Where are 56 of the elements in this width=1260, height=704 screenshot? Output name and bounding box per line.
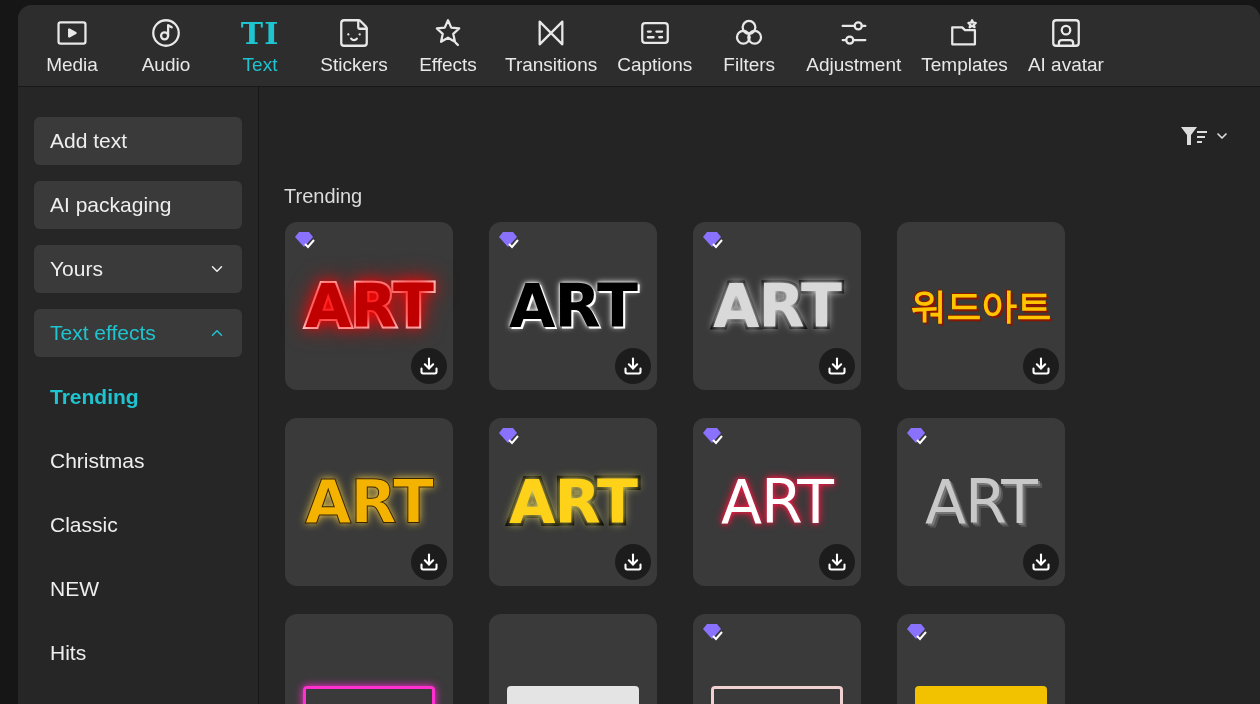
toolbar-tab[interactable]: Filters bbox=[703, 16, 796, 76]
download-icon bbox=[827, 552, 847, 572]
music-note-icon bbox=[149, 16, 183, 50]
text-effect-tile[interactable]: ART bbox=[897, 418, 1065, 586]
effect-preview-text: ART bbox=[305, 467, 433, 537]
toolbar-tab[interactable]: Stickers bbox=[308, 16, 400, 76]
sidebar-item[interactable]: NEW bbox=[34, 565, 242, 613]
download-button[interactable] bbox=[1023, 544, 1059, 580]
toolbar-tab[interactable]: Audio bbox=[120, 16, 212, 76]
download-button[interactable] bbox=[615, 348, 651, 384]
effect-preview-text: ART bbox=[721, 467, 833, 537]
text-effect-tile[interactable]: ART bbox=[285, 418, 453, 586]
download-icon bbox=[827, 356, 847, 376]
effect-preview-text: ART bbox=[305, 271, 433, 341]
section-title: Trending bbox=[284, 185, 364, 208]
effect-preview-text: ART bbox=[713, 271, 841, 341]
download-button[interactable] bbox=[819, 544, 855, 580]
text-effect-tile[interactable]: ART bbox=[693, 418, 861, 586]
filter-button[interactable] bbox=[1180, 125, 1230, 147]
text-icon: TI bbox=[240, 18, 280, 50]
download-button[interactable] bbox=[819, 348, 855, 384]
toolbar-tab[interactable]: Transitions bbox=[496, 16, 607, 76]
download-button[interactable] bbox=[411, 544, 447, 580]
download-button[interactable] bbox=[1023, 348, 1059, 384]
effect-preview-text: 워드아트 bbox=[911, 283, 1051, 328]
toolbar-tab[interactable]: TI Text bbox=[214, 18, 306, 76]
text-effect-tile[interactable]: ART bbox=[693, 222, 861, 390]
toolbar-tab[interactable]: Media bbox=[26, 16, 118, 76]
toolbar-tab[interactable]: Templates bbox=[912, 16, 1017, 76]
sidebar-item[interactable]: Trending bbox=[34, 373, 242, 421]
download-icon bbox=[419, 552, 439, 572]
download-icon bbox=[623, 552, 643, 572]
filter-icon bbox=[1180, 125, 1210, 147]
toolbar-tab[interactable]: AI avatar bbox=[1018, 16, 1113, 76]
download-button[interactable] bbox=[411, 348, 447, 384]
toolbar-tab[interactable]: Adjustment bbox=[797, 16, 911, 76]
download-icon bbox=[419, 356, 439, 376]
download-button[interactable] bbox=[615, 544, 651, 580]
sidebar-button[interactable]: Add text bbox=[34, 117, 242, 165]
download-icon bbox=[623, 356, 643, 376]
sidebar-item[interactable]: Christmas bbox=[34, 437, 242, 485]
download-icon bbox=[1031, 356, 1051, 376]
toolbar-tab[interactable]: Effects bbox=[402, 16, 494, 76]
text-effect-tile[interactable]: 워드아트 bbox=[897, 222, 1065, 390]
sidebar-item[interactable]: Hits bbox=[34, 629, 242, 677]
toolbar-tab[interactable]: Captions bbox=[608, 16, 702, 76]
sidebar-button[interactable]: AI packaging bbox=[34, 181, 242, 229]
text-effect-tile[interactable]: ART bbox=[489, 418, 657, 586]
sidebar-group[interactable]: Yours bbox=[34, 245, 242, 293]
sidebar-group[interactable]: Text effects bbox=[34, 309, 242, 357]
sidebar-item[interactable]: Classic bbox=[34, 501, 242, 549]
effect-preview-text: ART bbox=[509, 467, 637, 537]
effect-preview-text: ART bbox=[509, 271, 637, 341]
effect-preview-text: ART bbox=[925, 467, 1037, 537]
sticker-icon bbox=[337, 16, 371, 50]
download-icon bbox=[1031, 552, 1051, 572]
